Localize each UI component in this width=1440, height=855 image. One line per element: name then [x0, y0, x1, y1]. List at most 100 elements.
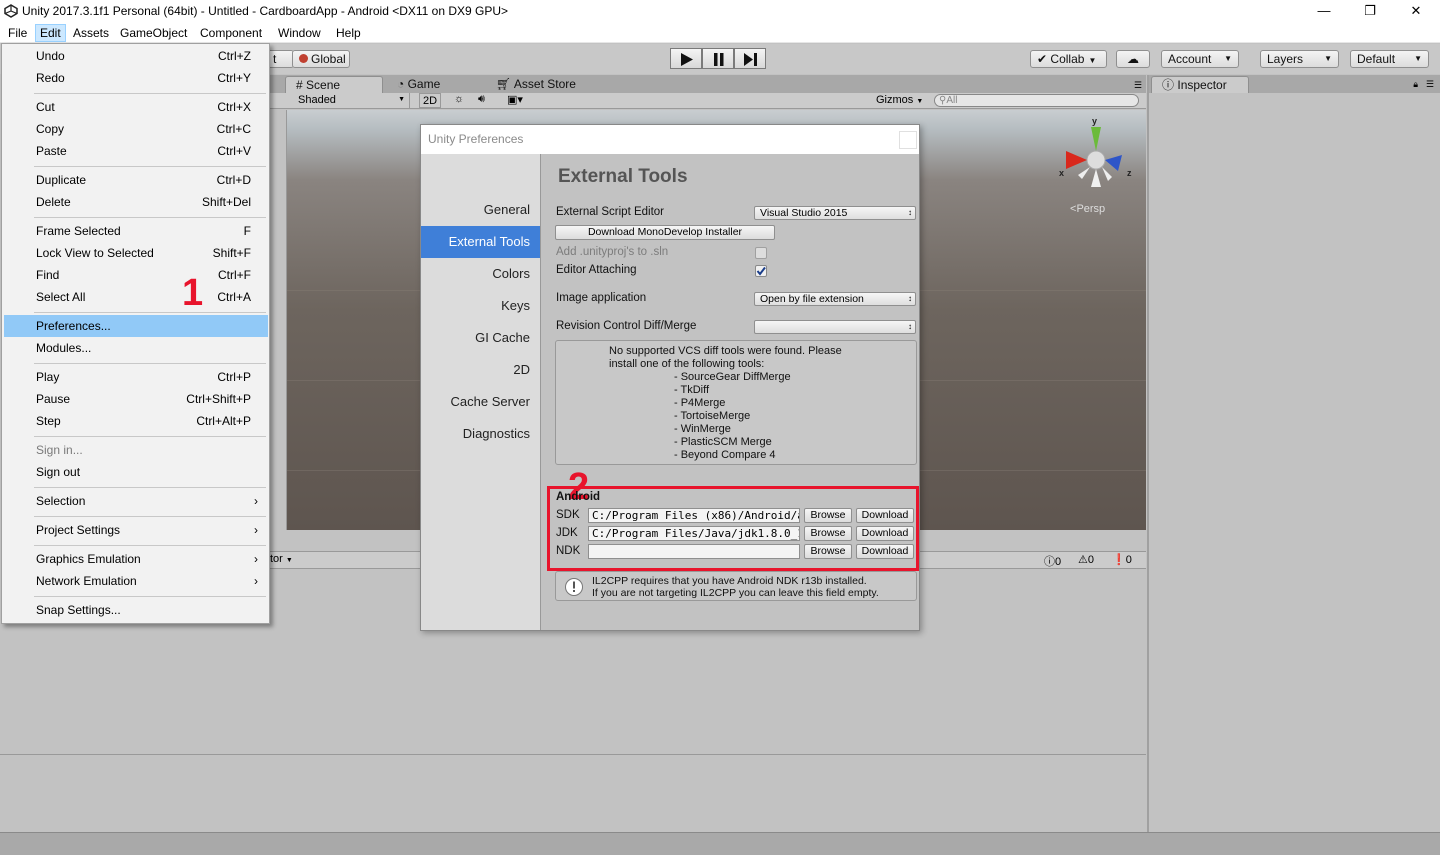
panel-menu-icon[interactable]: ☰	[1134, 80, 1142, 91]
audio-toggle-icon[interactable]: 🔊︎	[478, 93, 485, 106]
sidebar-item-2d[interactable]: 2D	[421, 354, 540, 386]
menu-item-undo[interactable]: Undo Ctrl+Z	[4, 45, 268, 67]
collab-button[interactable]: ✔ Collab ▼	[1030, 50, 1107, 68]
minimize-button[interactable]: —	[1301, 0, 1347, 23]
effects-toggle-icon[interactable]: ▣▾	[507, 93, 523, 106]
menu-edit[interactable]: Edit	[35, 24, 66, 42]
menu-file[interactable]: File	[4, 24, 31, 42]
menu-item-cut[interactable]: Cut Ctrl+X	[4, 96, 268, 118]
menu-item-find[interactable]: Find Ctrl+F	[4, 264, 268, 286]
console-dropdown[interactable]: tor ▼	[270, 553, 293, 565]
ndk-browse-button[interactable]: Browse	[804, 544, 852, 559]
menu-separator	[34, 596, 266, 597]
sdk-download-button[interactable]: Download	[856, 508, 914, 523]
step-button[interactable]	[734, 48, 766, 69]
menu-separator	[34, 545, 266, 546]
projection-toggle[interactable]: <Persp	[1070, 203, 1105, 215]
menu-item-lock-view[interactable]: Lock View to Selected Shift+F	[4, 242, 268, 264]
menu-item-graphics-emulation[interactable]: Graphics Emulation ›	[4, 548, 268, 570]
ndk-path-field[interactable]	[588, 544, 800, 559]
menu-item-step[interactable]: Step Ctrl+Alt+P	[4, 410, 268, 432]
page-title: External Tools	[558, 166, 688, 187]
sidebar-item-gi-cache[interactable]: GI Cache	[421, 322, 540, 354]
account-dropdown[interactable]: Account ▼	[1161, 50, 1239, 68]
sidebar-item-general[interactable]: General	[421, 194, 540, 226]
panel-menu-icon[interactable]: ☰	[1426, 79, 1434, 90]
shortcut-label: Ctrl+V	[217, 144, 251, 158]
menu-item-network-emulation[interactable]: Network Emulation ›	[4, 570, 268, 592]
menu-item-preferences[interactable]: Preferences...	[4, 315, 268, 337]
menu-item-selection[interactable]: Selection ›	[4, 490, 268, 512]
ndk-download-button[interactable]: Download	[856, 544, 914, 559]
jdk-path-field[interactable]: C:/Program Files/Java/jdk1.8.0_151	[588, 526, 800, 541]
menu-item-project-settings[interactable]: Project Settings ›	[4, 519, 268, 541]
scene-orientation-gizmo[interactable]	[1052, 115, 1142, 195]
shortcut-label: Ctrl+Alt+P	[196, 414, 251, 428]
layout-dropdown[interactable]: Default ▼	[1350, 50, 1429, 68]
vcs-tool-item: - TortoiseMerge	[674, 410, 751, 422]
menu-assets[interactable]: Assets	[69, 24, 113, 42]
lighting-toggle-icon[interactable]: ☼	[454, 93, 464, 105]
close-icon[interactable]	[899, 131, 917, 149]
error-count-toggle[interactable]: ❗0	[1112, 553, 1132, 566]
pause-button[interactable]	[702, 48, 734, 69]
sdk-path-field[interactable]: C:/Program Files (x86)/Android/and	[588, 508, 800, 523]
gizmos-dropdown[interactable]: Gizmos ▼	[876, 93, 923, 109]
toggle-2d-button[interactable]: 2D	[419, 93, 441, 108]
script-editor-dropdown[interactable]: Visual Studio 2015 ↕	[754, 206, 916, 220]
menu-window[interactable]: Window	[274, 24, 325, 42]
menu-gameobject[interactable]: GameObject	[116, 24, 191, 42]
lock-icon[interactable]: 🔒︎	[1413, 79, 1418, 90]
menu-item-pause[interactable]: Pause Ctrl+Shift+P	[4, 388, 268, 410]
editor-attaching-checkbox[interactable]	[755, 265, 767, 277]
tab-scene[interactable]: # Scene	[285, 76, 383, 93]
menu-item-modules[interactable]: Modules...	[4, 337, 268, 359]
warning-count-toggle[interactable]: ⚠0	[1078, 553, 1094, 566]
jdk-download-button[interactable]: Download	[856, 526, 914, 541]
sidebar-item-diagnostics[interactable]: Diagnostics	[421, 418, 540, 450]
cloud-button[interactable]: ☁	[1116, 50, 1150, 68]
menu-help[interactable]: Help	[332, 24, 365, 42]
shortcut-label: Ctrl+D	[216, 173, 251, 187]
menu-item-label: Delete	[36, 195, 71, 209]
menu-component[interactable]: Component	[196, 24, 266, 42]
layers-dropdown[interactable]: Layers ▼	[1260, 50, 1339, 68]
menu-item-label: Sign out	[36, 465, 81, 479]
menu-item-select-all[interactable]: Select All Ctrl+A	[4, 286, 268, 308]
menu-item-snap-settings[interactable]: Snap Settings...	[4, 599, 268, 621]
menu-item-duplicate[interactable]: Duplicate Ctrl+D	[4, 169, 268, 191]
sidebar-item-colors[interactable]: Colors	[421, 258, 540, 290]
chevron-right-icon: ›	[254, 574, 258, 588]
info-count-toggle[interactable]: ⓘ0	[1044, 553, 1061, 569]
jdk-browse-button[interactable]: Browse	[804, 526, 852, 541]
menu-item-label: Graphics Emulation	[36, 552, 141, 566]
menu-item-delete[interactable]: Delete Shift+Del	[4, 191, 268, 213]
menu-item-sign-out[interactable]: Sign out	[4, 461, 268, 483]
scene-search-input[interactable]: ⚲All	[934, 94, 1139, 107]
menu-item-copy[interactable]: Copy Ctrl+C	[4, 118, 268, 140]
global-toggle-button[interactable]: Global	[292, 50, 350, 68]
pivot-toggle-button[interactable]: t	[266, 50, 294, 68]
check-icon: ✔	[1037, 52, 1048, 66]
menu-item-label: Find	[36, 268, 60, 282]
sdk-browse-button[interactable]: Browse	[804, 508, 852, 523]
image-app-dropdown[interactable]: Open by file extension ↕	[754, 292, 916, 306]
menu-item-redo[interactable]: Redo Ctrl+Y	[4, 67, 268, 89]
tab-asset-store[interactable]: 🛒︎ Asset Store	[486, 76, 586, 93]
tab-inspector[interactable]: ⓘ Inspector	[1151, 76, 1249, 93]
sidebar-item-cache-server[interactable]: Cache Server	[421, 386, 540, 418]
revision-control-dropdown[interactable]: ↕	[754, 320, 916, 334]
menu-item-play[interactable]: Play Ctrl+P	[4, 366, 268, 388]
maximize-button[interactable]: ❐	[1347, 0, 1393, 23]
close-window-button[interactable]: ✕	[1393, 0, 1439, 23]
play-button[interactable]	[670, 48, 702, 69]
menu-item-frame-selected[interactable]: Frame Selected F	[4, 220, 268, 242]
sidebar-item-external-tools[interactable]: External Tools	[421, 226, 540, 258]
menu-item-label: Cut	[36, 100, 55, 114]
step-icon	[744, 53, 757, 66]
tab-game[interactable]: ◔ Game	[387, 76, 450, 93]
shading-mode-dropdown[interactable]: Shaded ▼	[295, 93, 410, 108]
download-monodevelop-button[interactable]: Download MonoDevelop Installer	[555, 225, 775, 240]
sidebar-item-keys[interactable]: Keys	[421, 290, 540, 322]
menu-item-paste[interactable]: Paste Ctrl+V	[4, 140, 268, 162]
